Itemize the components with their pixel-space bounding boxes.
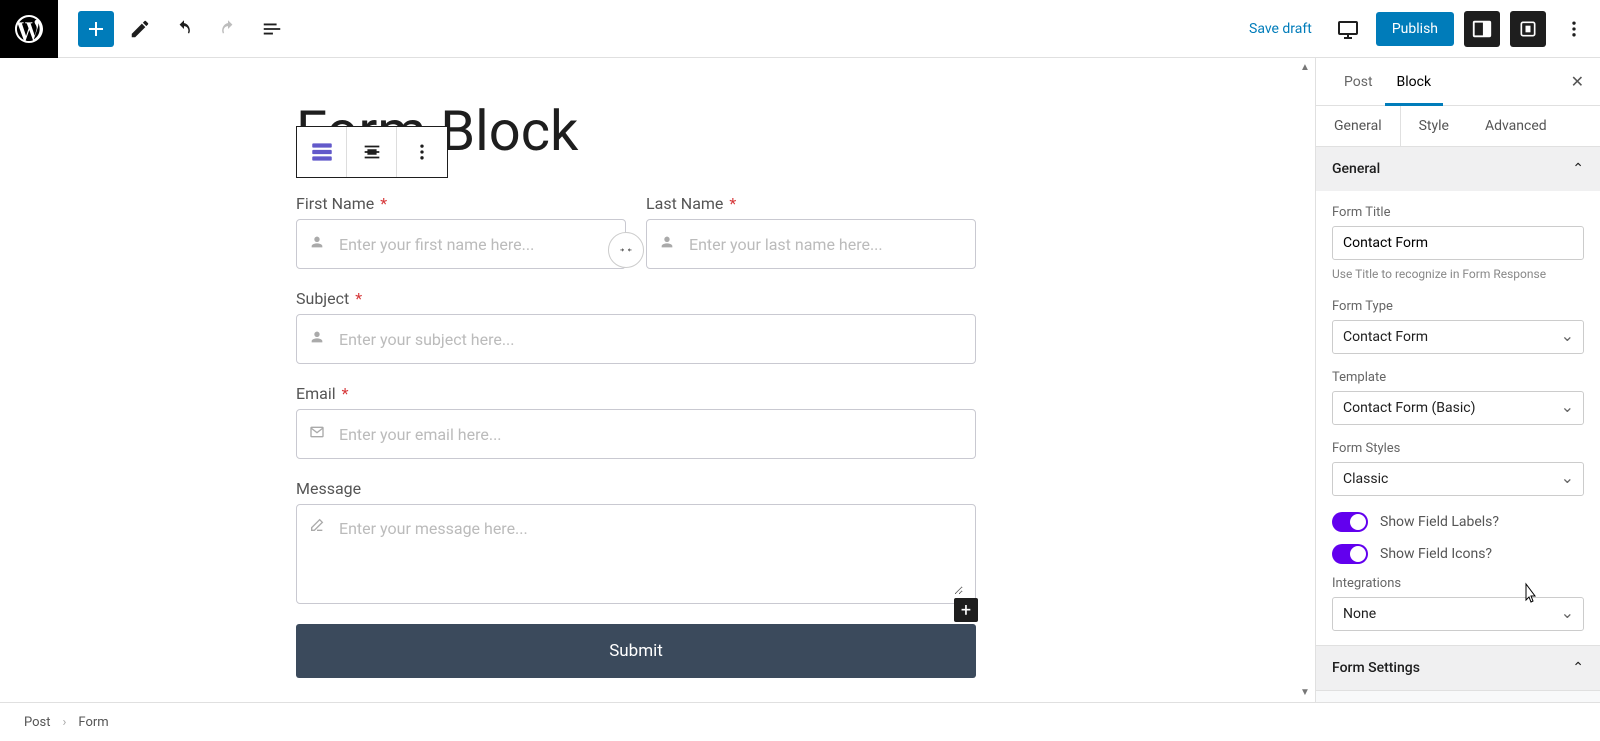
close-sidebar-button[interactable]: ✕	[1571, 72, 1584, 91]
breadcrumb-root[interactable]: Post	[24, 715, 51, 730]
editor-topbar: Save draft Publish	[0, 0, 1600, 58]
template-select[interactable]: Contact Form (Basic)	[1332, 391, 1584, 425]
show-field-icons-toggle[interactable]	[1332, 544, 1368, 564]
breadcrumb-current[interactable]: Form	[78, 715, 108, 730]
panel-form-settings-header[interactable]: Form Settings ⌃	[1316, 646, 1600, 690]
desktop-icon	[1336, 17, 1360, 41]
scroll-up-indicator: ▲	[1297, 62, 1313, 73]
subtab-general[interactable]: General	[1316, 106, 1401, 146]
submit-button[interactable]: Submit	[296, 624, 976, 678]
sidebar-icon	[1471, 18, 1493, 40]
panel-general-header[interactable]: General ⌃	[1316, 147, 1600, 191]
kebab-icon	[1564, 19, 1584, 39]
plugin-icon	[1518, 19, 1538, 39]
subject-label: Subject *	[296, 289, 976, 308]
wordpress-logo-icon	[15, 15, 43, 43]
tab-block[interactable]: Block	[1385, 58, 1444, 106]
undo-icon	[173, 18, 195, 40]
subject-field: Subject *	[296, 289, 976, 364]
user-icon	[659, 234, 675, 254]
wordpress-logo[interactable]	[0, 0, 58, 58]
scroll-down-indicator: ▼	[1297, 687, 1313, 698]
settings-toggle-button[interactable]	[1464, 11, 1500, 47]
user-icon	[309, 234, 325, 254]
align-icon	[361, 141, 383, 163]
form-styles-label: Form Styles	[1332, 441, 1584, 456]
add-block-button[interactable]	[78, 11, 114, 47]
chevron-up-icon: ⌃	[1572, 161, 1584, 177]
last-name-field: Last Name *	[646, 194, 976, 269]
drag-arrows-icon	[618, 242, 634, 258]
email-label: Email *	[296, 384, 976, 403]
first-name-field: First Name *	[296, 194, 626, 269]
block-more-options-button[interactable]	[397, 127, 447, 177]
chevron-up-icon: ⌃	[1572, 660, 1584, 676]
block-align-button[interactable]	[347, 127, 397, 177]
subject-input[interactable]	[337, 329, 963, 350]
kebab-icon	[412, 142, 432, 162]
outline-icon	[261, 18, 283, 40]
edit-mode-button[interactable]	[122, 11, 158, 47]
breadcrumb: Post › Form	[0, 702, 1600, 741]
show-field-icons-label: Show Field Icons?	[1380, 546, 1492, 562]
integrations-label: Integrations	[1332, 576, 1584, 591]
block-toolbar	[296, 126, 448, 178]
edit-icon	[309, 517, 325, 537]
subtab-style[interactable]: Style	[1401, 106, 1467, 146]
plus-icon	[84, 17, 108, 41]
first-name-label: First Name *	[296, 194, 626, 213]
panel-form-settings-title: Form Settings	[1332, 660, 1420, 676]
add-block-inline-button[interactable]: +	[954, 598, 978, 622]
breadcrumb-separator: ›	[63, 715, 67, 730]
email-field: Email *	[296, 384, 976, 459]
message-label: Message	[296, 479, 976, 498]
panel-general-title: General	[1332, 161, 1380, 177]
envelope-icon	[309, 424, 325, 444]
message-textarea[interactable]	[337, 517, 963, 595]
last-name-label: Last Name *	[646, 194, 976, 213]
block-type-button[interactable]	[297, 127, 347, 177]
form-block-icon	[309, 139, 335, 165]
settings-sidebar: Post Block ✕ General Style Advanced Gene…	[1315, 58, 1600, 702]
form-type-label: Form Type	[1332, 299, 1584, 314]
plugin-panel-button[interactable]	[1510, 11, 1546, 47]
form-title-input[interactable]	[1332, 226, 1584, 260]
column-drag-handle[interactable]	[608, 232, 644, 268]
save-draft-button[interactable]: Save draft	[1241, 15, 1320, 43]
user-icon	[309, 329, 325, 349]
redo-icon	[217, 18, 239, 40]
first-name-input[interactable]	[337, 234, 613, 255]
tab-post[interactable]: Post	[1332, 58, 1385, 106]
pencil-icon	[129, 18, 151, 40]
redo-button[interactable]	[210, 11, 246, 47]
form-type-select[interactable]: Contact Form	[1332, 320, 1584, 354]
form-title-help: Use Title to recognize in Form Response	[1332, 266, 1584, 283]
show-field-labels-toggle[interactable]	[1332, 512, 1368, 532]
preview-button[interactable]	[1330, 11, 1366, 47]
last-name-input[interactable]	[687, 234, 963, 255]
message-field: Message	[296, 479, 976, 604]
undo-button[interactable]	[166, 11, 202, 47]
editor-canvas[interactable]: ▲ Form Block First Name * Last Name *	[0, 58, 1315, 702]
form-styles-select[interactable]: Classic	[1332, 462, 1584, 496]
more-options-button[interactable]	[1556, 11, 1592, 47]
form-title-label: Form Title	[1332, 205, 1584, 220]
template-label: Template	[1332, 370, 1584, 385]
publish-button[interactable]: Publish	[1376, 12, 1454, 46]
subtab-advanced[interactable]: Advanced	[1467, 106, 1565, 146]
email-input[interactable]	[337, 424, 963, 445]
document-outline-button[interactable]	[254, 11, 290, 47]
show-field-labels-label: Show Field Labels?	[1380, 514, 1499, 530]
integrations-select[interactable]: None	[1332, 597, 1584, 631]
